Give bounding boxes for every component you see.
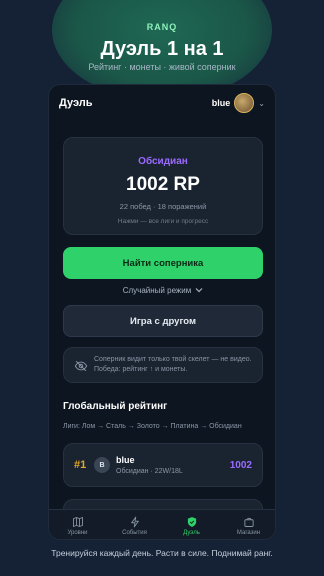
privacy-info-card: Соперник видит только твой скелет — не в… [63, 347, 263, 383]
leaderboard-player-name: blue [116, 455, 135, 465]
hero-title: Дуэль 1 на 1 [100, 38, 224, 60]
top-bar: Дуэль blue ⌄ [49, 85, 275, 123]
leaderboard-player-meta: Обсидиан · 22W/18L [116, 468, 183, 475]
find-opponent-button[interactable]: Найти соперника [63, 247, 263, 279]
brand-label: RANQ [146, 22, 178, 32]
bag-icon [243, 517, 254, 527]
lightning-icon [130, 516, 139, 527]
tab-label: Магазин [236, 529, 261, 536]
leaderboard-position: #1 [74, 459, 87, 471]
tab-levels[interactable]: Уровни [49, 510, 106, 539]
hero-subtitle: Рейтинг · монеты · живой соперник [88, 62, 236, 72]
win-loss-stats: 22 побед · 18 поражений [119, 202, 207, 211]
phone-frame: Дуэль blue ⌄ Обсидиан 1002 RP 22 побед ·… [48, 84, 276, 540]
play-with-friend-button[interactable]: Игра с другом [63, 305, 263, 337]
avatar: B [94, 457, 110, 473]
rank-hint: Нажми — все лиги и прогресс [117, 218, 209, 225]
tab-label: Дуэль [183, 529, 200, 536]
leaderboard-title: Глобальный рейтинг [63, 401, 168, 412]
user-menu[interactable]: blue ⌄ [212, 93, 265, 113]
mode-select[interactable]: Случайный режим [49, 283, 275, 297]
leagues-list: Лиги: Лом → Сталь → Золото → Платина → О… [63, 423, 242, 430]
username: blue [211, 98, 231, 108]
map-icon [72, 516, 83, 527]
mode-label: Случайный режим [122, 285, 192, 295]
tab-label: Уровни [67, 529, 88, 536]
leaderboard-points: 1002 [229, 460, 252, 471]
footer-tagline: Тренируйся каждый день. Расти в силе. По… [51, 548, 273, 558]
avatar[interactable] [234, 93, 255, 113]
tab-events[interactable]: События [106, 510, 163, 539]
privacy-info-text: Соперник видит только твой скелет — не в… [94, 356, 252, 373]
rank-name: Обсидиан [138, 156, 188, 167]
chevron-down-icon: ⌄ [258, 98, 265, 108]
rank-points: 1002 RP [126, 174, 200, 195]
bottom-tab-bar: Уровни События Дуэль Магазин [49, 509, 275, 539]
page-title: Дуэль [59, 97, 93, 109]
leaderboard-row[interactable]: #1 B blue Обсидиан · 22W/18L 1002 [63, 443, 263, 487]
tab-shop[interactable]: Магазин [220, 510, 275, 539]
shield-icon [187, 516, 196, 527]
eye-off-icon [74, 360, 88, 372]
chevron-down-icon [195, 288, 203, 293]
rank-card[interactable]: Обсидиан 1002 RP 22 побед · 18 поражений… [63, 137, 263, 235]
tab-label: События [122, 529, 147, 536]
tab-duel[interactable]: Дуэль [163, 510, 220, 539]
